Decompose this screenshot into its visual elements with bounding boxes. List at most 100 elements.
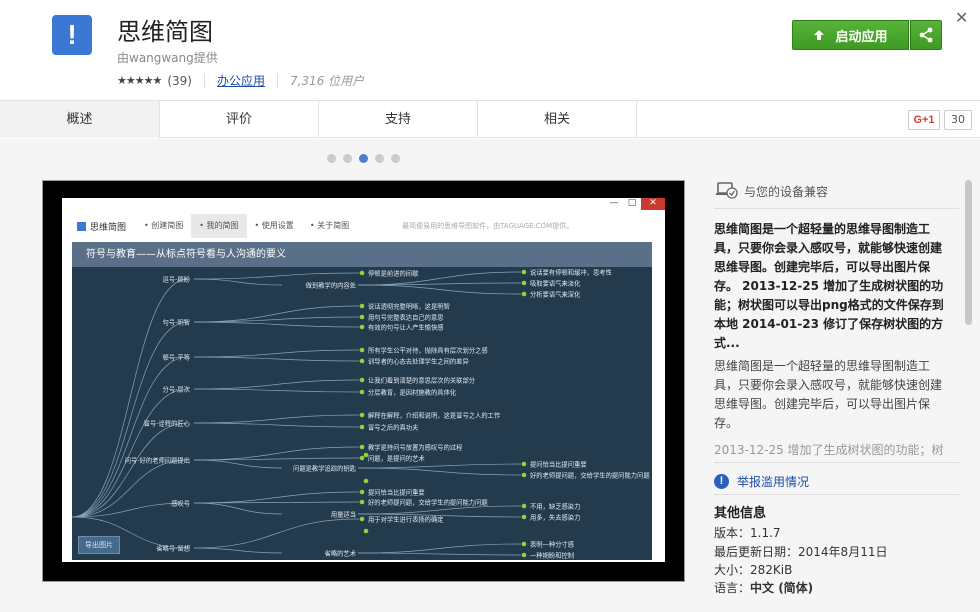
mindmap-leaf-node[interactable]: 问题，是提问的艺术	[368, 454, 425, 463]
mindmap-leaf-node[interactable]: 用多，失去感染力	[530, 513, 580, 522]
mindmap-node-dot	[359, 516, 365, 522]
mindmap-node-dot	[521, 461, 527, 467]
mindmap-leaf-node[interactable]: 说话透彻完整明晰，这是明智	[368, 302, 450, 311]
scrollbar[interactable]	[965, 180, 972, 325]
mindmap-branch-node[interactable]: 顿号-平等	[163, 353, 191, 362]
mindmap-node-dot	[363, 528, 369, 534]
mindmap-node-dot	[363, 452, 369, 458]
nav-create[interactable]: • 创建简图	[136, 214, 191, 238]
share-button[interactable]	[910, 20, 942, 50]
mindmap-link	[193, 349, 360, 358]
mindmap-leaf-node[interactable]: 用句号完整表达自己的意思	[368, 313, 444, 322]
mindmap-link	[72, 388, 189, 518]
mindmap-link	[193, 422, 360, 428]
mindmap-leaf-node[interactable]: 分析要语气来深化	[530, 290, 581, 299]
carousel-dot[interactable]	[359, 154, 368, 163]
mindmap-mid-node[interactable]: 省略的艺术	[325, 549, 357, 558]
mindmap-link	[193, 388, 360, 393]
minimize-icon[interactable]: —	[605, 198, 623, 210]
info-size: 大小：282KiB	[714, 563, 793, 577]
mindmap-node-dot	[521, 280, 527, 286]
mindmap-link	[72, 356, 189, 518]
mindmap-leaf-node[interactable]: 分层教育，是因材施教的具体化	[368, 388, 457, 397]
report-abuse-link[interactable]: ! 举报滥用情况	[714, 473, 809, 490]
divider	[714, 208, 959, 209]
mindmap-leaf-node[interactable]: 让我们看到清楚的意思层次的关联部分	[368, 376, 476, 385]
mindmap-branch-node[interactable]: 冒号-诠释的匠心	[144, 419, 191, 428]
mindmap-title: 符号与教育——从标点符号看与人沟通的要义	[72, 242, 652, 267]
mindmap-tree: 逗号-顾盼句号-明智顿号-平等分号-层次冒号-诠释的匠心问号-好的老师问题提出感…	[72, 268, 650, 560]
mindmap-branch-node[interactable]: 分号-层次	[163, 385, 191, 394]
launch-app-label: 启动应用	[835, 29, 888, 45]
mindmap-node-dot	[359, 444, 365, 450]
close-icon[interactable]: ✕	[955, 8, 968, 27]
maximize-icon[interactable]: □	[623, 198, 641, 210]
mindmap-node-dot	[521, 503, 527, 509]
mindmap-link	[357, 282, 522, 286]
category-link[interactable]: 办公应用	[217, 72, 265, 89]
mindmap-link	[357, 543, 522, 554]
launch-app-button[interactable]: 启动应用	[792, 20, 909, 50]
divider	[276, 73, 278, 88]
nav-about[interactable]: • 关于简图	[302, 214, 357, 238]
mindmap-link	[193, 547, 283, 554]
tab-related[interactable]: 相关	[478, 101, 637, 138]
mindmap-branch-node[interactable]: 省略号-留想	[156, 544, 190, 553]
mindmap-leaf-node[interactable]: 表明一种分寸感	[530, 540, 575, 549]
mindmap-mid-node[interactable]: 用量适当	[331, 510, 356, 519]
gplus-button[interactable]: G+1	[908, 110, 940, 130]
carousel-dot[interactable]	[327, 154, 336, 163]
mindmap-leaf-node[interactable]: 解释在解释，介绍和说明，这是冒号之人的工作	[368, 411, 501, 420]
carousel-dot[interactable]	[375, 154, 384, 163]
mindmap-link	[193, 502, 283, 515]
mindmap-branch-node[interactable]: 句号-明智	[163, 318, 190, 327]
mindmap-leaf-node[interactable]: 冒号之后的真功夫	[368, 423, 419, 432]
mindmap-leaf-node[interactable]: 说话要有停顿和缓冲，思考性	[530, 268, 612, 277]
mindmap-leaf-node[interactable]: 提问恰当比提问重要	[530, 460, 587, 469]
nav-settings[interactable]: • 使用设置	[247, 214, 302, 238]
mindmap-leaf-node[interactable]: 吸取要语气来淡化	[530, 279, 581, 288]
report-abuse-label: 举报滥用情况	[737, 475, 810, 489]
rating-row: ★★★★★ (39) 办公应用 7,316 位用户	[117, 72, 364, 89]
mindmap-mid-node[interactable]: 问题是教学追踪的钥匙	[293, 464, 357, 473]
carousel-dot[interactable]	[391, 154, 400, 163]
mindmap-link	[357, 467, 522, 476]
mindmap-node-dot	[359, 303, 365, 309]
mindmap-node-dot	[359, 270, 365, 276]
carousel-dot[interactable]	[343, 154, 352, 163]
window-close-icon[interactable]: ✕	[641, 198, 665, 210]
tab-overview[interactable]: 概述	[0, 101, 160, 138]
mindmap-link	[357, 505, 522, 515]
tab-support[interactable]: 支持	[319, 101, 478, 138]
divider	[714, 462, 959, 463]
tab-reviews[interactable]: 评价	[160, 101, 319, 138]
mindmap-branch-node[interactable]: 逗号-顾盼	[163, 275, 191, 284]
gplus-count: 30	[944, 110, 972, 130]
mindmap-leaf-node[interactable]: 好的老师提问题，交给学生的提问能力问题	[368, 498, 488, 507]
mindmap-leaf-node[interactable]: 用于对学生进行表扬的确定	[368, 515, 444, 524]
mindmap-branch-node[interactable]: 问号-好的老师问题提出	[125, 456, 190, 465]
app-icon: !	[52, 15, 92, 55]
export-image-button[interactable]: 导出图片	[78, 536, 120, 554]
nav-my-maps[interactable]: • 我的简图	[191, 214, 247, 238]
mindmap-link	[193, 457, 360, 461]
mindmap-leaf-node[interactable]: 教学是持问号放置为感叹号的过程	[368, 443, 463, 452]
mindmap-leaf-node[interactable]: 所有学生公平对待，抛除具有层次划分之感	[368, 346, 488, 355]
mindmap-node-dot	[359, 412, 365, 418]
mindmap-node-dot	[359, 314, 365, 320]
mindmap-leaf-node[interactable]: 训导者的心态去处理学生之间的差异	[368, 357, 469, 366]
rating-count[interactable]: (39)	[167, 74, 192, 88]
mindmap-leaf-node[interactable]: 停顿是前进的间歇	[368, 269, 419, 278]
mini-logo-icon	[77, 221, 86, 231]
mindmap-node-dot	[521, 541, 527, 547]
mindmap-mid-node[interactable]: 做到教学的内容处	[306, 281, 357, 290]
mindmap-branch-node[interactable]: 感叹号	[171, 499, 190, 508]
mindmap-link	[72, 321, 189, 518]
mindmap-leaf-node[interactable]: 有效的句号让人产生愉快感	[368, 323, 444, 332]
mindmap-node-dot	[359, 499, 365, 505]
mindmap-leaf-node[interactable]: 一种期盼和控制	[530, 551, 574, 560]
inner-app-name: 思维简图	[90, 222, 127, 233]
mindmap-leaf-node[interactable]: 不用，缺乏感染力	[530, 502, 580, 511]
mindmap-leaf-node[interactable]: 好的老师提问题，交给学生的提问能力问题	[530, 471, 650, 480]
mindmap-leaf-node[interactable]: 提问恰当比提问重要	[368, 488, 425, 497]
